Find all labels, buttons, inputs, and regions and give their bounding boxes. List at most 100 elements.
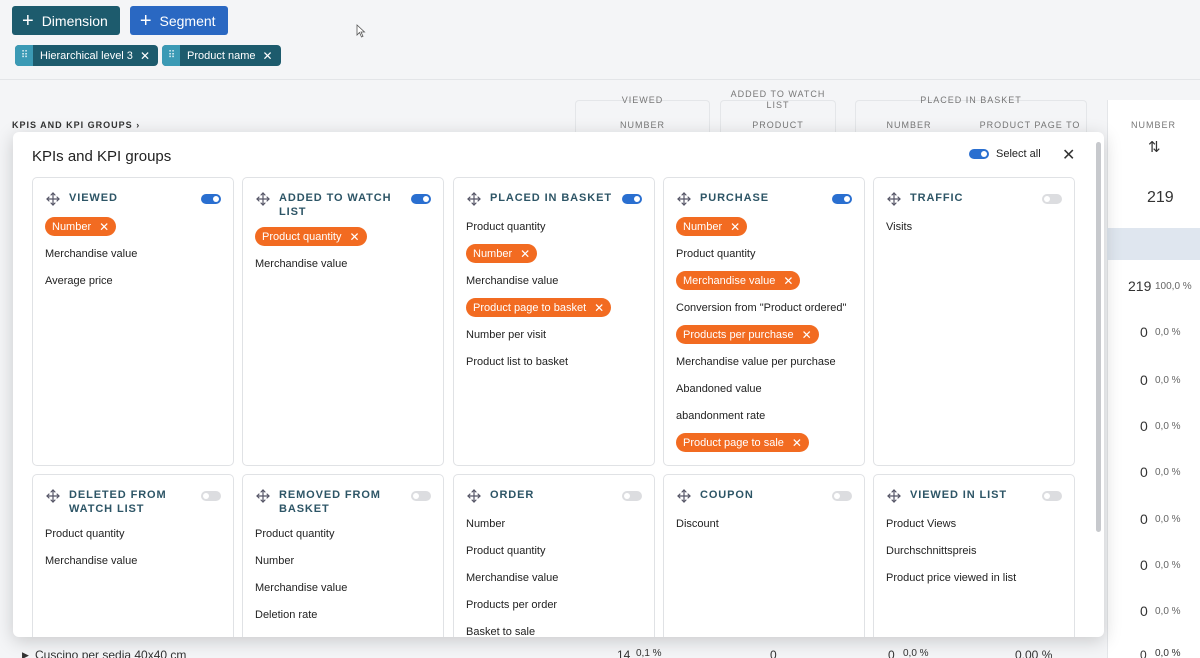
row-value: 0	[1140, 603, 1148, 619]
kpi-item[interactable]: Merchandise value per purchase	[676, 348, 856, 375]
remove-chip-icon[interactable]: ✕	[140, 49, 150, 63]
dimension-chip[interactable]: ⠿ Hierarchical level 3 ✕	[15, 45, 158, 66]
kpi-item[interactable]: Merchandise value	[45, 240, 225, 267]
selected-kpi-pill[interactable]: Number ✕	[45, 217, 117, 236]
kpi-item[interactable]: Average price	[45, 267, 225, 294]
selected-kpi-pill[interactable]: Product page to basket ✕	[466, 298, 612, 317]
drag-handle-icon[interactable]: ⠿	[162, 45, 180, 66]
card-toggle[interactable]	[832, 491, 852, 501]
card-toggle[interactable]	[832, 194, 852, 204]
kpi-item[interactable]: Product Views	[886, 510, 1066, 537]
kpi-item[interactable]: Conversion from "Product ordered"	[676, 294, 856, 321]
selected-kpi-pill[interactable]: Products per purchase ✕	[676, 325, 819, 344]
add-dimension-label: Dimension	[41, 12, 108, 29]
scrollbar[interactable]	[1096, 142, 1101, 632]
kpi-item[interactable]: Number ✕	[466, 240, 646, 267]
select-all-toggle[interactable]: Select all	[969, 148, 1041, 160]
drag-handle-icon[interactable]: ⠿	[15, 45, 33, 66]
card-toggle[interactable]	[622, 491, 642, 501]
kpi-groups-breadcrumb[interactable]: KPIS AND KPI GROUPS ›	[12, 120, 140, 130]
expand-row-icon[interactable]: ▶	[22, 650, 29, 658]
selected-kpi-pill[interactable]: Number ✕	[466, 244, 538, 263]
selected-kpi-pill[interactable]: Merchandise value ✕	[676, 271, 801, 290]
remove-kpi-icon[interactable]: ✕	[350, 230, 360, 244]
kpi-item[interactable]: Merchandise value	[45, 547, 225, 574]
card-toggle[interactable]	[411, 491, 431, 501]
card-toggle[interactable]	[622, 194, 642, 204]
kpi-group-card: Placed in basket Product quantity Number ✕ M…	[453, 177, 655, 466]
move-handle-icon[interactable]	[46, 192, 60, 206]
selected-kpi-pill[interactable]: Product page to sale ✕	[676, 433, 809, 452]
card-toggle[interactable]	[201, 491, 221, 501]
remove-chip-icon[interactable]: ✕	[262, 49, 272, 63]
remove-kpi-icon[interactable]: ✕	[99, 220, 109, 234]
kpi-item[interactable]: Deletion rate	[255, 601, 435, 628]
move-handle-icon[interactable]	[887, 192, 901, 206]
kpi-item[interactable]: Number ✕	[676, 213, 856, 240]
move-handle-icon[interactable]	[887, 489, 901, 503]
kpi-label: Merchandise value	[255, 581, 348, 594]
scrollbar-thumb[interactable]	[1096, 142, 1101, 532]
kpi-item[interactable]: Product quantity	[255, 520, 435, 547]
kpi-item[interactable]: Visits	[886, 213, 1066, 240]
kpi-item[interactable]: Product quantity ✕	[255, 223, 435, 250]
selected-kpi-pill[interactable]: Product quantity ✕	[255, 227, 367, 246]
kpi-item[interactable]: Merchandise value	[255, 250, 435, 277]
kpi-item[interactable]: Merchandise value	[466, 267, 646, 294]
kpi-item[interactable]: Products per order	[466, 591, 646, 618]
kpi-item[interactable]: abandonment rate	[676, 402, 856, 429]
remove-kpi-icon[interactable]: ✕	[783, 274, 793, 288]
dimension-chip[interactable]: ⠿ Product name ✕	[162, 45, 281, 66]
move-handle-icon[interactable]	[256, 489, 270, 503]
kpi-item[interactable]: Number ✕	[45, 213, 225, 240]
add-dimension-button[interactable]: + Dimension	[12, 6, 120, 35]
kpi-item[interactable]: Durchschnittspreis	[886, 537, 1066, 564]
kpi-item[interactable]: Number per visit	[466, 321, 646, 348]
table-row[interactable]: ▶ Cuscino per sedia 40x40 cm 14 0,1 % 0 …	[0, 648, 1200, 658]
add-segment-button[interactable]: + Segment	[129, 6, 228, 35]
sort-arrows-icon[interactable]: ⇅	[1148, 138, 1161, 156]
kpi-item[interactable]: Number	[255, 547, 435, 574]
remove-kpi-icon[interactable]: ✕	[520, 247, 530, 261]
card-toggle[interactable]	[1042, 491, 1062, 501]
move-handle-icon[interactable]	[467, 192, 481, 206]
kpi-item[interactable]: Discount	[676, 510, 856, 537]
card-toggle[interactable]	[1042, 194, 1062, 204]
row-cell: 0	[888, 648, 895, 658]
move-handle-icon[interactable]	[677, 192, 691, 206]
kpi-item[interactable]: Product list to basket	[466, 348, 646, 375]
close-icon[interactable]: ✕	[1062, 145, 1075, 165]
card-toggle[interactable]	[411, 194, 431, 204]
kpi-item[interactable]: Products per purchase ✕	[676, 321, 856, 348]
kpi-label: Product Views	[886, 517, 957, 530]
selected-kpi-pill[interactable]: Number ✕	[676, 217, 748, 236]
remove-kpi-icon[interactable]: ✕	[792, 436, 802, 450]
kpi-item[interactable]: Merchandise value	[466, 564, 646, 591]
move-handle-icon[interactable]	[467, 489, 481, 503]
kpi-item[interactable]: Product price viewed in list	[886, 564, 1066, 591]
card-toggle[interactable]	[201, 194, 221, 204]
kpi-item[interactable]: Merchandise value	[255, 574, 435, 601]
kpi-item[interactable]: Product page to basket ✕	[466, 294, 646, 321]
remove-kpi-icon[interactable]: ✕	[730, 220, 740, 234]
kpi-item[interactable]: Number	[466, 510, 646, 537]
toggle-switch[interactable]	[969, 149, 989, 159]
kpi-item[interactable]: Product quantity	[466, 213, 646, 240]
kpi-item[interactable]: Product quantity	[466, 537, 646, 564]
kpi-item[interactable]: Abandoned value	[676, 375, 856, 402]
column-subheader: NUMBER	[619, 120, 665, 130]
remove-kpi-icon[interactable]: ✕	[594, 301, 604, 315]
kpi-item[interactable]: Product quantity	[45, 520, 225, 547]
move-handle-icon[interactable]	[677, 489, 691, 503]
kpi-item[interactable]: Basket to sale	[466, 618, 646, 638]
kpi-label: abandonment rate	[676, 409, 766, 422]
move-handle-icon[interactable]	[46, 489, 60, 503]
kpi-item[interactable]: Merchandise value ✕	[676, 267, 856, 294]
kpi-item[interactable]: Product quantity	[676, 240, 856, 267]
kpi-label: Number	[466, 517, 506, 530]
move-handle-icon[interactable]	[256, 192, 270, 206]
column-header-number[interactable]: NUMBER	[1107, 120, 1200, 130]
remove-kpi-icon[interactable]: ✕	[802, 328, 812, 342]
kpi-item[interactable]: Product page to sale ✕	[676, 429, 856, 456]
kpi-groups-modal: KPIs and KPI groups Select all ✕ Viewed N…	[13, 132, 1104, 637]
